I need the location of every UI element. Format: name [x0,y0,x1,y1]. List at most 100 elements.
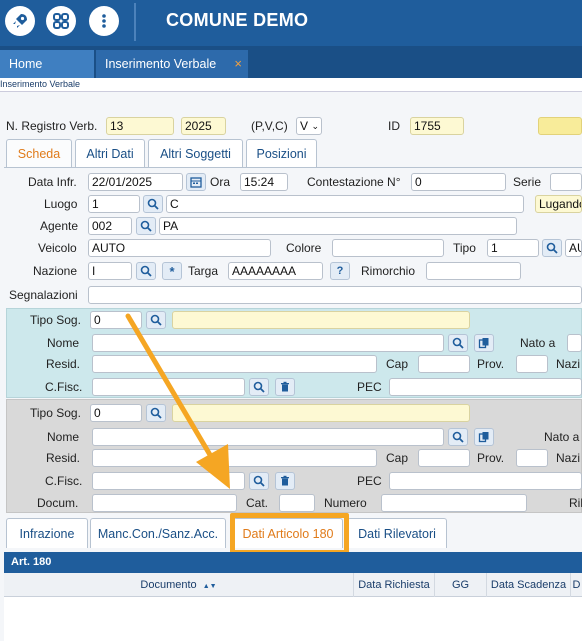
search-icon[interactable] [448,428,468,446]
rocket-icon[interactable] [5,6,35,36]
numero-label: Numero [324,496,367,510]
tab-dati-rilevatori[interactable]: Dati Rilevatori [347,518,447,548]
tipo-desc-input[interactable]: AU [565,239,582,257]
search-icon[interactable] [146,404,166,422]
search-icon[interactable] [249,378,269,396]
pec-label: PEC [357,474,382,488]
nome-label: Nome [47,336,80,350]
menu-dots-icon[interactable] [89,6,119,36]
cat-input[interactable] [279,494,315,512]
app-title: COMUNE DEMO [166,10,309,30]
trash-icon[interactable] [275,378,295,396]
tab-altri-dati[interactable]: Altri Dati [75,139,145,168]
search-icon[interactable] [136,262,156,280]
search-icon[interactable] [143,195,163,213]
registro-input[interactable]: 13 [106,117,174,135]
cap-input[interactable] [418,449,470,467]
tab-infrazione[interactable]: Infrazione [6,518,88,548]
cfisc-input[interactable] [92,378,245,396]
prov-input[interactable] [516,449,548,467]
tipo-code-input[interactable]: 1 [487,239,539,257]
serie-input[interactable] [550,173,582,191]
tab-inserimento-verbale[interactable]: Inserimento Verbale × [96,50,248,78]
cfisc-label: C.Fisc. [45,380,83,394]
nazione-label: Nazione [33,264,78,278]
breadcrumb: Inserimento Verbale [0,78,582,92]
cap-input[interactable] [418,355,470,373]
colore-input[interactable] [332,239,444,257]
serie-label: Serie [513,175,542,189]
rimorchio-input[interactable] [426,262,521,280]
col-data-richiesta[interactable]: Data Richiesta [354,573,435,597]
nazione-input[interactable]: I [88,262,132,280]
cap-label: Cap [386,451,409,465]
search-icon[interactable] [249,472,269,490]
pec-input[interactable] [389,378,582,396]
copy-icon[interactable] [474,334,494,352]
col-d[interactable]: D [571,573,582,597]
search-icon[interactable] [448,334,468,352]
data-infr-input[interactable]: 22/01/2025 [88,173,183,191]
tab-altri-soggetti[interactable]: Altri Soggetti [148,139,243,168]
luogo-city-input[interactable]: Lugando [535,195,582,213]
prov-input[interactable] [516,355,548,373]
rimorchio-label: Rimorchio [361,264,416,278]
contestazione-input[interactable]: 0 [411,173,506,191]
agente-desc-input[interactable]: PA [159,217,517,235]
tipo-sog-input[interactable]: 0 [90,404,142,422]
resid-label: Resid. [46,357,81,371]
id-input[interactable]: 1755 [410,117,464,135]
tab-scheda[interactable]: Scheda [6,139,72,168]
numero-input[interactable] [381,494,527,512]
nazi-label: Nazi [556,357,581,371]
help-button[interactable]: ? [330,262,350,280]
cfisc-input[interactable] [92,472,245,490]
id-label: ID [388,119,400,133]
top-bar: COMUNE DEMO [0,0,582,46]
asterisk-button[interactable]: * [162,262,182,280]
veicolo-input[interactable]: AUTO [88,239,271,257]
data-infr-label: Data Infr. [28,175,77,189]
docum-input[interactable] [92,494,237,512]
tab-manc-con-sanz-acc[interactable]: Manc.Con./Sanz.Acc. [90,518,226,548]
highlight-box [230,513,349,555]
agente-label: Agente [40,219,79,233]
tipo-sog-desc [172,404,470,422]
pec-input[interactable] [389,472,582,490]
tipo-sog-label: Tipo Sog. [30,406,81,420]
search-icon[interactable] [146,311,166,329]
luogo-desc-input[interactable]: C [166,195,524,213]
targa-input[interactable]: AAAAAAAA [228,262,323,280]
tipo-sog-input[interactable]: 0 [90,311,142,329]
ora-input[interactable]: 15:24 [240,173,288,191]
nato-a-input[interactable] [567,334,582,352]
copy-icon[interactable] [474,428,494,446]
tab-posizioni[interactable]: Posizioni [246,139,317,168]
pvc-select[interactable]: V ⌄ [296,117,322,135]
col-documento-label: Documento [140,579,197,591]
close-icon[interactable]: × [234,50,242,78]
tipo-sog-desc [172,311,470,329]
resid-input[interactable] [92,355,377,373]
window-tab-bar: Home Inserimento Verbale × [0,46,582,78]
segnalazioni-label: Segnalazioni [9,288,78,302]
calendar-icon[interactable] [186,173,206,191]
tab-home[interactable]: Home [0,50,94,78]
nome-label: Nome [47,430,80,444]
col-documento[interactable]: Documento ▲▼ [4,573,354,597]
grid-icon[interactable] [46,6,76,36]
segnalazioni-input[interactable] [88,286,582,304]
nome-input[interactable] [92,428,444,446]
col-gg[interactable]: GG [435,573,487,597]
anno-input[interactable]: 2025 [181,117,226,135]
nato-a-label: Nato a [544,430,580,444]
luogo-code-input[interactable]: 1 [88,195,140,213]
search-icon[interactable] [136,217,156,235]
search-icon[interactable] [542,239,562,257]
art180-title: Art. 180 [11,556,52,568]
col-data-scadenza[interactable]: Data Scadenza [487,573,571,597]
nome-input[interactable] [92,334,444,352]
agente-code-input[interactable]: 002 [88,217,132,235]
resid-input[interactable] [92,449,377,467]
trash-icon[interactable] [275,472,295,490]
